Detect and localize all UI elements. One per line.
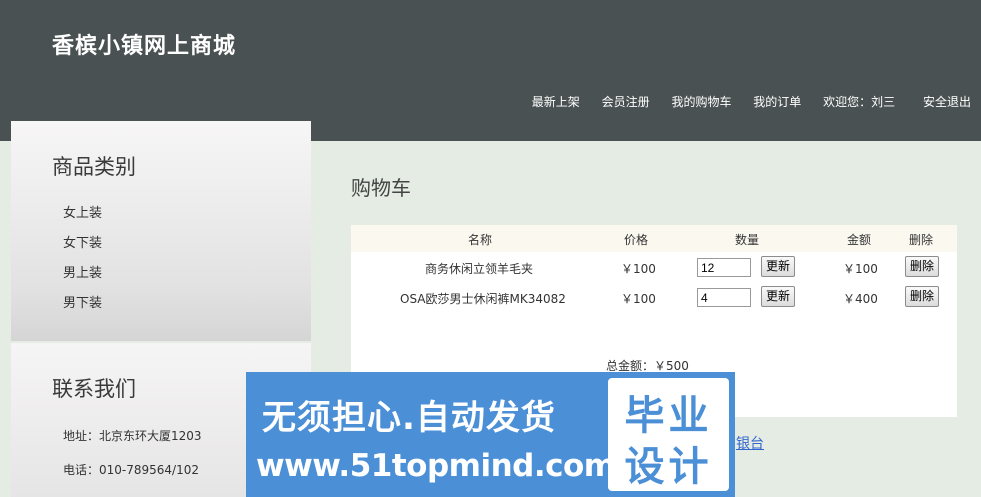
column-header-price: 价格 — [624, 233, 649, 247]
item-price: ￥100 — [621, 262, 656, 276]
category-title: 商品类别 — [52, 155, 136, 179]
contact-title: 联系我们 — [52, 377, 136, 401]
watermark-url: www.51topmind.com — [256, 448, 616, 484]
item-name: 商务休闲立领羊毛夹 — [425, 262, 534, 276]
nav-orders-link[interactable]: 我的订单 — [753, 95, 801, 109]
category-list: 女上装 女下装 男上装 男下装 — [63, 205, 102, 325]
nav-register-link[interactable]: 会员注册 — [602, 95, 650, 109]
site-title: 香槟小镇网上商城 — [52, 33, 237, 59]
update-button[interactable]: 更新 — [761, 286, 796, 307]
category-panel: 商品类别 女上装 女下装 男上装 男下装 — [11, 121, 311, 341]
delete-button[interactable]: 删除 — [905, 256, 940, 277]
column-header-amount: 金额 — [847, 233, 872, 247]
nav-latest-link[interactable]: 最新上架 — [532, 95, 580, 109]
item-amount: ￥400 — [843, 292, 878, 306]
nav-logout-link[interactable]: 安全退出 — [923, 95, 971, 109]
page-title: 购物车 — [351, 176, 411, 200]
contact-phone: 电话：010-789564/102 — [63, 463, 199, 477]
welcome-text: 欢迎您：刘三 — [823, 95, 896, 109]
category-item[interactable]: 女上装 — [63, 205, 102, 235]
delete-button[interactable]: 删除 — [905, 286, 940, 307]
update-button[interactable]: 更新 — [761, 256, 796, 277]
category-item[interactable]: 女下装 — [63, 235, 102, 265]
watermark-banner: 无须担心.自动发货 www.51topmind.com 毕业 设计 — [246, 372, 735, 497]
top-nav: 最新上架 会员注册 我的购物车 我的订单 欢迎您：刘三 安全退出 — [514, 93, 971, 110]
watermark-slogan: 无须担心.自动发货 — [262, 398, 556, 438]
quantity-input[interactable] — [697, 288, 751, 307]
item-amount: ￥100 — [843, 262, 878, 276]
watermark-badge: 毕业 设计 — [608, 378, 729, 491]
watermark-badge-bottom: 设计 — [624, 444, 713, 490]
quantity-input[interactable] — [697, 258, 751, 277]
contact-address: 地址：北京东环大厦1203 — [63, 429, 202, 443]
column-header-delete: 删除 — [909, 233, 934, 247]
column-header-qty: 数量 — [735, 233, 760, 247]
category-item[interactable]: 男下装 — [63, 295, 102, 325]
item-price: ￥100 — [621, 292, 656, 306]
item-name: OSA欧莎男士休闲裤MK34082 — [400, 292, 566, 306]
site-header: 香槟小镇网上商城 最新上架 会员注册 我的购物车 我的订单 欢迎您：刘三 安全退… — [0, 0, 981, 141]
cart-header-row: 名称 价格 数量 金额 删除 — [351, 225, 957, 252]
column-header-name: 名称 — [468, 233, 493, 247]
nav-cart-link[interactable]: 我的购物车 — [671, 95, 731, 109]
checkout-link[interactable]: 银台 — [736, 433, 764, 453]
watermark-badge-top: 毕业 — [624, 393, 713, 439]
category-item[interactable]: 男上装 — [63, 265, 102, 295]
